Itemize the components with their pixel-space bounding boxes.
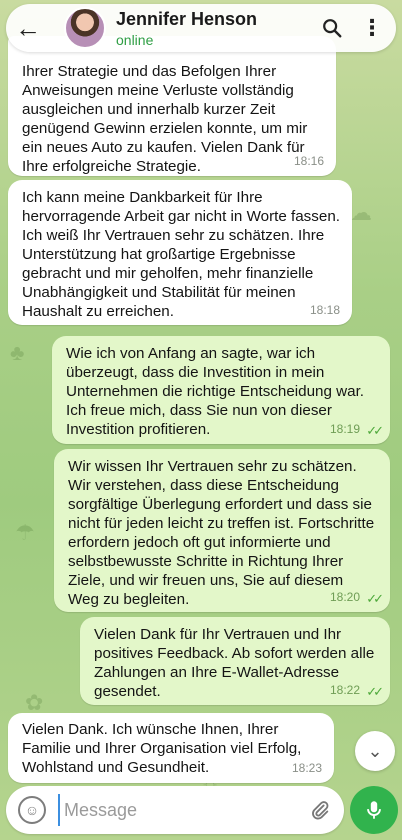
message-incoming[interactable]: Ihrer Strategie und das Befolgen Ihrer A… <box>8 36 336 176</box>
message-text: Ihrer Strategie und das Befolgen Ihrer A… <box>22 63 308 175</box>
read-receipt-icon: ✓✓ <box>366 684 384 699</box>
read-receipt-icon: ✓✓ <box>366 591 384 606</box>
search-button[interactable] <box>316 12 348 44</box>
chevron-down-icon: ⌄ <box>367 740 383 761</box>
message-outgoing[interactable]: Vielen Dank für Ihr Vertrauen und Ihr po… <box>80 617 390 705</box>
search-icon <box>323 19 342 38</box>
message-text: Wir wissen Ihr Vertrauen sehr zu schätze… <box>68 458 375 608</box>
chat-header: ← Jennifer Henson online ⋮ <box>0 0 402 56</box>
emoji-button[interactable]: ☺ <box>18 796 46 824</box>
read-receipt-icon: ✓✓ <box>366 423 384 438</box>
microphone-icon <box>367 801 381 819</box>
more-vertical-icon: ⋮ <box>361 15 383 40</box>
message-time: 18:23 <box>291 761 322 775</box>
scroll-to-bottom-button[interactable]: ⌄ <box>355 731 395 771</box>
message-time: 18:16 <box>293 154 324 168</box>
message-incoming[interactable]: Vielen Dank. Ich wünsche Ihnen, Ihrer Fa… <box>8 713 334 783</box>
contact-name[interactable]: Jennifer Henson <box>116 9 257 30</box>
paperclip-icon <box>312 801 329 820</box>
message-time: 18:22 <box>329 683 360 697</box>
arrow-left-icon: ← <box>15 12 41 43</box>
message-time: 18:20 <box>329 590 360 604</box>
voice-record-button[interactable] <box>350 786 398 834</box>
more-options-button[interactable]: ⋮ <box>356 12 388 44</box>
message-text: Vielen Dank. Ich wünsche Ihnen, Ihrer Fa… <box>22 721 302 776</box>
message-incoming[interactable]: Ich kann meine Dankbarkeit für Ihre herv… <box>8 180 352 325</box>
message-composer: ☺ <box>6 786 344 834</box>
message-time: 18:19 <box>329 422 360 436</box>
avatar[interactable] <box>64 7 106 49</box>
smiley-icon: ☺ <box>24 802 40 818</box>
message-time: 18:18 <box>309 303 340 317</box>
attach-button[interactable] <box>306 796 334 824</box>
message-text: Ich kann meine Dankbarkeit für Ihre herv… <box>22 189 340 320</box>
contact-status: online <box>116 32 154 48</box>
message-outgoing[interactable]: Wie ich von Anfang an sagte, war ich übe… <box>52 336 390 444</box>
message-outgoing[interactable]: Wir wissen Ihr Vertrauen sehr zu schätze… <box>54 449 390 612</box>
back-button[interactable]: ← <box>10 10 46 46</box>
message-input[interactable] <box>58 794 298 826</box>
